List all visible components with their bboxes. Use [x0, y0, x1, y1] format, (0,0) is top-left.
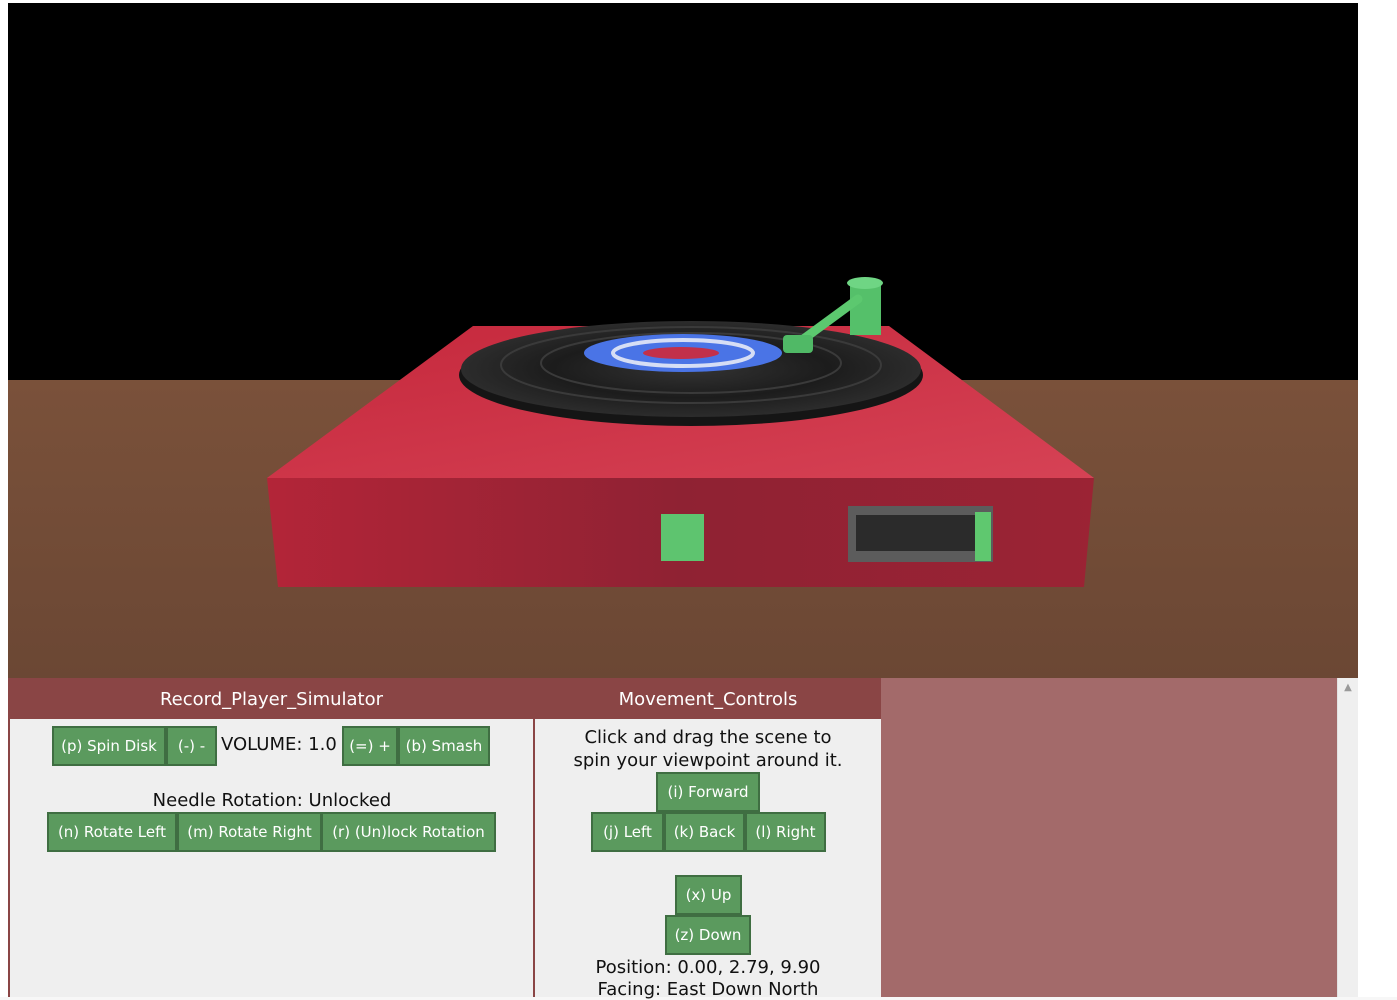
back-button[interactable]: (k) Back — [664, 812, 745, 852]
up-button[interactable]: (x) Up — [675, 875, 742, 915]
volume-up-button[interactable]: (=) + — [342, 726, 398, 766]
volume-knob — [975, 512, 991, 561]
left-button[interactable]: (j) Left — [591, 812, 664, 852]
power-button — [661, 514, 704, 561]
volume-label: VOLUME: 1.0 — [221, 734, 337, 755]
rotate-left-button[interactable]: (n) Rotate Left — [47, 812, 177, 852]
instructions-line-2: spin your viewpoint around it. — [573, 750, 843, 771]
rotate-right-button[interactable]: (m) Rotate Right — [177, 812, 322, 852]
volume-down-button[interactable]: (-) - — [166, 726, 217, 766]
tonearm-post — [850, 283, 881, 335]
volume-slot-inner — [856, 515, 981, 551]
needle-status: Needle Rotation: Unlocked — [152, 790, 392, 811]
movement-controls-panel: Movement_Controls Click and drag the sce… — [534, 678, 881, 1000]
page-margin — [1358, 0, 1397, 997]
instructions-line-1: Click and drag the scene to — [584, 727, 832, 748]
tonearm-head — [783, 335, 813, 353]
record-player-panel: Record_Player_Simulator (p) Spin Disk (-… — [8, 678, 534, 997]
right-button[interactable]: (l) Right — [745, 812, 826, 852]
forward-button[interactable]: (i) Forward — [656, 772, 760, 812]
position-readout: Position: 0.00, 2.79, 9.90 — [595, 957, 821, 978]
scene-svg[interactable] — [8, 3, 1358, 678]
vertical-scrollbar[interactable]: ▲ — [1337, 678, 1358, 997]
record-panel-title: Record_Player_Simulator — [10, 678, 533, 719]
unlock-rotation-button[interactable]: (r) (Un)lock Rotation — [321, 812, 496, 852]
app-frame: Record_Player_Simulator (p) Spin Disk (-… — [0, 0, 1397, 1000]
record-spindle — [643, 347, 719, 359]
empty-panel — [881, 678, 1337, 997]
smash-button[interactable]: (b) Smash — [398, 726, 490, 766]
tonearm-post-top — [847, 277, 883, 289]
scroll-up-arrow-icon[interactable]: ▲ — [1338, 680, 1358, 696]
down-button[interactable]: (z) Down — [665, 915, 751, 955]
scene-canvas[interactable] — [8, 3, 1358, 678]
movement-panel-title: Movement_Controls — [535, 678, 881, 719]
spin-disk-button[interactable]: (p) Spin Disk — [52, 726, 166, 766]
